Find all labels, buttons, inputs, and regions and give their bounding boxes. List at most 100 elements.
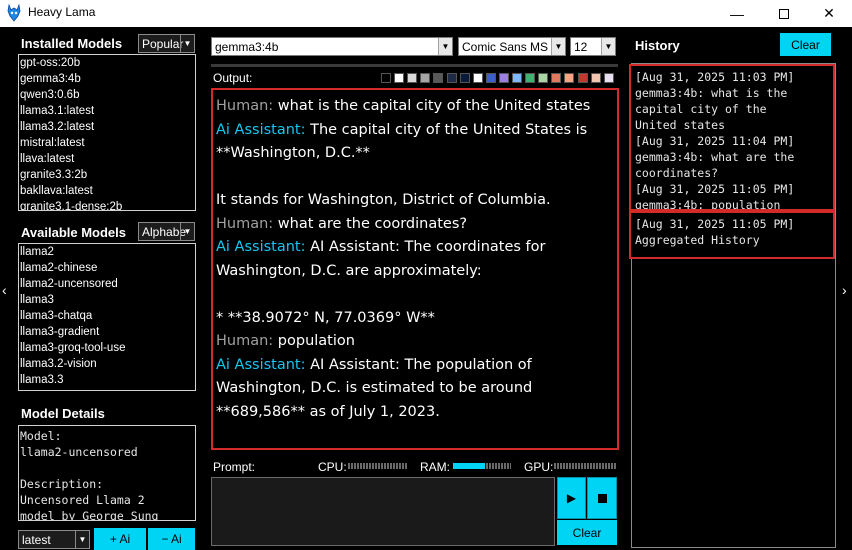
color-swatch[interactable] xyxy=(433,73,444,83)
history-line: coordinates? xyxy=(635,166,719,180)
aggregated-history[interactable]: [Aug 31, 2025 11:05 PM] Aggregated Histor… xyxy=(629,211,835,259)
installed-sort-value: Popular xyxy=(142,37,184,51)
add-ai-button[interactable]: + Ai xyxy=(94,528,146,550)
ai-tag: Ai Assistant: xyxy=(216,356,306,373)
prompt-clear-button[interactable]: Clear xyxy=(557,520,617,545)
chevron-right-icon[interactable]: › xyxy=(842,282,847,298)
close-icon: ✕ xyxy=(823,5,835,21)
font-select[interactable]: Comic Sans MS ▼ xyxy=(458,37,566,56)
available-model-item[interactable]: llama3-groq-tool-use xyxy=(19,340,195,356)
message-text: It stands for Washington, District of Co… xyxy=(216,192,551,208)
model-details-label: Model Details xyxy=(21,406,105,421)
color-swatch[interactable] xyxy=(512,73,522,83)
color-swatch[interactable] xyxy=(420,73,431,83)
details-line: model by George Sung xyxy=(20,509,159,521)
close-button[interactable]: ✕ xyxy=(806,0,852,27)
chevron-down-icon: ▼ xyxy=(551,38,565,55)
details-line: Uncensored Llama 2 xyxy=(20,493,145,507)
human-tag: Human: xyxy=(216,333,274,349)
color-swatch[interactable] xyxy=(472,73,483,83)
available-model-item[interactable]: llama2-chinese xyxy=(19,260,195,276)
available-model-item[interactable]: llama3-gradient xyxy=(19,324,195,340)
details-line xyxy=(20,460,194,476)
color-swatch[interactable] xyxy=(459,73,470,83)
minimize-icon: — xyxy=(730,5,744,22)
available-model-item[interactable]: llama3.2-vision xyxy=(19,356,195,372)
details-line: llama2-uncensored xyxy=(20,445,138,459)
installed-model-item[interactable]: gemma3:4b xyxy=(19,71,195,87)
font-size-value: 12 xyxy=(574,40,588,54)
color-swatch[interactable] xyxy=(446,73,457,83)
color-swatch[interactable] xyxy=(525,73,536,83)
version-select[interactable]: latest ▼ xyxy=(18,530,90,549)
ai-tag: Ai Assistant: xyxy=(216,121,306,138)
installed-model-item[interactable]: granite3.3:2b xyxy=(19,167,195,183)
color-swatch[interactable] xyxy=(551,73,562,83)
send-button[interactable]: ▶ xyxy=(557,477,586,519)
color-swatch[interactable] xyxy=(564,73,575,83)
installed-model-item[interactable]: llama3.1:latest xyxy=(19,103,195,119)
chat-message-human: Human: population xyxy=(216,330,614,354)
color-swatch[interactable] xyxy=(577,73,588,83)
message-text: AI Assistant: The coordinates for xyxy=(305,239,546,255)
message-text: Washington, D.C. are approximately: xyxy=(216,262,482,279)
maximize-button[interactable] xyxy=(761,0,807,27)
model-details-text[interactable]: Model: llama2-uncensored Description: Uncen… xyxy=(18,425,196,521)
installed-model-item[interactable]: bakllava:latest xyxy=(19,183,195,199)
available-models-list[interactable]: llama2 llama2-chinese llama2-uncensored lla… xyxy=(18,243,196,391)
history-entries[interactable]: [Aug 31, 2025 11:03 PM] gemma3:4b: what i… xyxy=(629,64,835,211)
prompt-input[interactable] xyxy=(211,477,555,546)
ai-tag: Ai Assistant: xyxy=(216,239,306,255)
history-line: Aggregated History xyxy=(635,233,760,247)
history-line: [Aug 31, 2025 11:04 PM] xyxy=(635,134,795,148)
llama-logo-icon xyxy=(7,4,21,22)
available-model-item[interactable]: llama3 xyxy=(19,292,195,308)
color-swatch[interactable] xyxy=(538,73,549,83)
color-swatch[interactable] xyxy=(394,73,405,83)
stop-button[interactable] xyxy=(587,477,617,519)
human-tag: Human: xyxy=(216,215,274,232)
remove-ai-button[interactable]: − Ai xyxy=(148,528,195,550)
installed-model-item[interactable]: qwen3:0.6b xyxy=(19,87,195,103)
available-model-item[interactable]: llama2 xyxy=(19,244,195,260)
installed-model-item[interactable]: llama3.2:latest xyxy=(19,119,195,135)
available-model-item[interactable]: llama3.3 xyxy=(19,372,195,388)
gpu-label: GPU: xyxy=(524,460,554,474)
color-swatch[interactable] xyxy=(381,73,391,83)
installed-models-list[interactable]: gpt-oss:20b gemma3:4b qwen3:0.6b llama3.1:l… xyxy=(18,54,196,211)
available-sort-select[interactable]: Alphabe ▼ xyxy=(138,222,195,241)
available-model-item[interactable]: llama3-chatqa xyxy=(19,308,195,324)
message-text: AI Assistant: The population of xyxy=(305,356,532,373)
minimize-button[interactable]: — xyxy=(714,0,760,27)
installed-model-item[interactable]: gpt-oss:20b xyxy=(19,55,195,71)
color-swatch[interactable] xyxy=(603,73,614,83)
available-model-item[interactable]: llama2-uncensored xyxy=(19,276,195,292)
installed-sort-select[interactable]: Popular ▼ xyxy=(138,34,195,53)
history-line: [Aug 31, 2025 11:03 PM] xyxy=(635,70,795,84)
chat-message-human: Human: what is the capital city of the U… xyxy=(216,95,614,119)
history-clear-button[interactable]: Clear xyxy=(780,33,831,56)
chevron-down-icon: ▼ xyxy=(75,531,89,548)
message-text: * **38.9072° N, 77.0369° W** xyxy=(216,309,435,326)
installed-model-item[interactable]: mistral:latest xyxy=(19,135,195,151)
message-text: Washington, D.C. is estimated to be arou… xyxy=(216,380,533,396)
message-text: **Washington, D.C.** xyxy=(216,145,370,161)
chevron-left-icon[interactable]: ‹ xyxy=(2,282,7,298)
color-swatch[interactable] xyxy=(407,73,418,83)
model-select[interactable]: gemma3:4b ▼ xyxy=(211,37,453,56)
installed-model-item[interactable]: llava:latest xyxy=(19,151,195,167)
ram-label: RAM: xyxy=(420,460,450,474)
installed-model-item[interactable]: granite3.1-dense:2b xyxy=(19,199,195,210)
model-select-value: gemma3:4b xyxy=(215,40,279,54)
history-line: gemma3:4b: what is the xyxy=(635,86,788,100)
color-swatch[interactable] xyxy=(590,73,601,83)
color-swatch[interactable] xyxy=(485,73,496,83)
color-swatch[interactable] xyxy=(498,73,509,83)
message-text: what is the capital city of the United s… xyxy=(273,98,591,114)
chat-output[interactable]: Human: what is the capital city of the U… xyxy=(211,88,619,450)
font-size-select[interactable]: 12 ▼ xyxy=(570,37,616,56)
history-line: capital city of the xyxy=(635,102,767,116)
details-line: Description: xyxy=(20,477,104,491)
